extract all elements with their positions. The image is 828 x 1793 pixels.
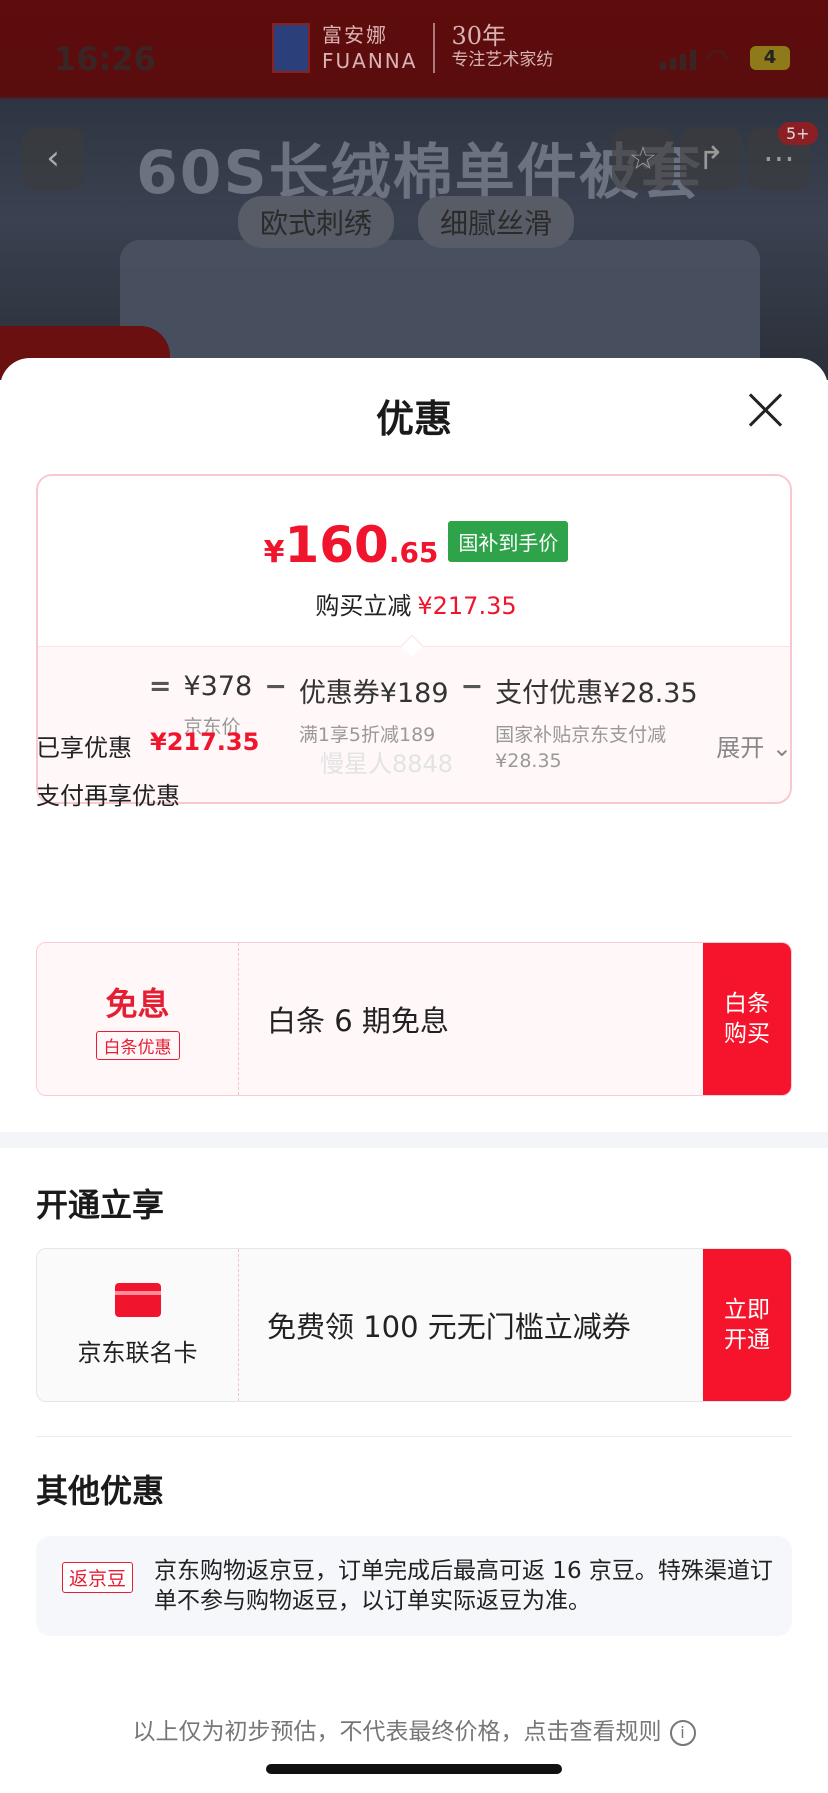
expand-toggle[interactable]: 展开 ⌄ [716,728,792,763]
chevron-left-icon: ‹ [46,138,60,178]
status-bar: 16:26 ◠ 4 [0,40,828,80]
section-divider [0,1132,828,1148]
baitiao-tag: 白条优惠 [95,1030,180,1060]
interest-free-label: 免息 [105,984,170,1023]
subsidy-price-badge: 国补到手价 [448,521,569,562]
jingdou-tag: 返京豆 [62,1562,134,1593]
credit-card-icon [114,1282,161,1317]
watermark: 慢星人8848 [320,750,454,778]
baitiao-offer: 免息 白条优惠 白条 6 期免息 白条购买 [36,942,792,1096]
star-icon: ☆ [628,139,658,177]
product-tag: 欧式刺绣 [238,196,395,248]
sheet-title: 优惠 [375,397,452,441]
back-button[interactable]: ‹ [22,128,84,190]
open-card-button[interactable]: 立即开通 [703,1249,791,1401]
cart-badge: 5+ [778,122,818,145]
wifi-icon: ◠ [706,44,729,74]
baitiao-buy-button[interactable]: 白条购买 [703,943,791,1095]
home-indicator [266,1764,562,1774]
info-icon: i [669,1719,696,1746]
product-tags: 欧式刺绣 细腻丝滑 [238,196,575,248]
battery-icon: 4 [750,46,790,70]
baitiao-desc: 白条 6 期免息 [267,1004,449,1038]
enjoyed-amount: ¥217.35 [150,728,260,756]
jingdou-text: 京东购物返京豆，订单完成后最高可返 16 京豆。特殊渠道订单不参与购物返豆，以订… [154,1558,773,1614]
card-offer-desc: 免费领 100 元无门槛立减券 [267,1310,631,1344]
jingdou-offer: 返京豆 京东购物返京豆，订单完成后最高可返 16 京豆。特殊渠道订单不参与购物返… [36,1536,792,1636]
open-section-title: 开通立享 [36,1186,165,1224]
signal-icon [660,50,696,70]
divider [36,1436,792,1437]
product-page-background: 富安娜 FUANNA 30年 专注艺术家纺 16:26 ◠ 4 ‹ 60S长绒棉… [0,0,828,380]
pay-more-label: 支付再享优惠 [36,782,180,810]
enjoyed-label: 已享优惠 [36,734,132,762]
discount-sheet: 优惠 ¥ 160 .65 国补到手价 购买立减 ¥217.35 = ¥378 京东… [0,358,828,1793]
close-icon[interactable] [746,390,786,430]
other-section-title: 其他优惠 [36,1472,165,1510]
share-icon: ↱ [697,139,725,177]
card-name: 京东联名卡 [77,1338,198,1367]
chevron-down-icon: ⌄ [771,734,792,762]
rules-footnote[interactable]: 以上仅为初步预估，不代表最终价格，点击查看规则 i [0,1712,828,1746]
co-brand-card-offer: 京东联名卡 免费领 100 元无门槛立减券 立即开通 [36,1248,792,1402]
product-tag: 细腻丝滑 [418,196,575,248]
top-nav: ‹ 60S长绒棉单件被套 ☆ ↱ ⋯ 5+ [0,122,828,208]
final-price: ¥ 160 .65 [263,516,439,574]
instant-reduction: 购买立减 ¥217.35 [315,592,517,620]
status-time: 16:26 [54,40,156,78]
favorite-button[interactable]: ☆ [612,128,674,190]
share-button[interactable]: ↱ [680,128,742,190]
